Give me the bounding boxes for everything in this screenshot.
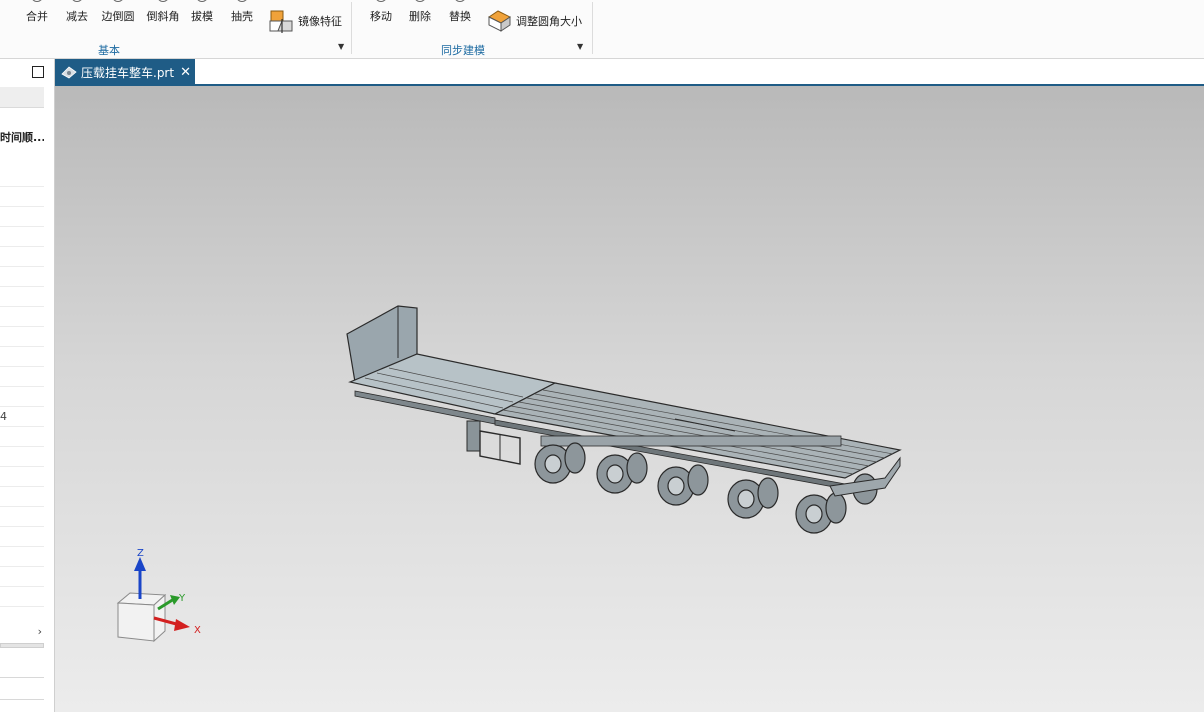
- maximize-icon[interactable]: [32, 66, 44, 78]
- unite-icon: [31, 0, 43, 2]
- edge-blend-icon: [112, 0, 124, 2]
- list-item[interactable]: [0, 187, 44, 207]
- mirror-feature-button[interactable]: 镜像特征: [268, 6, 342, 36]
- list-item[interactable]: [0, 167, 44, 187]
- draft-icon: [196, 0, 208, 2]
- list-item[interactable]: [0, 367, 44, 387]
- row-value: 4: [0, 410, 7, 423]
- list-item[interactable]: [0, 567, 44, 587]
- replace-face-button[interactable]: 替换: [445, 0, 475, 40]
- list-item[interactable]: [0, 427, 44, 447]
- chamfer-button[interactable]: 倒斜角: [143, 0, 183, 40]
- unite-button[interactable]: 合并: [22, 0, 52, 40]
- group-expand-sync-icon[interactable]: ▼: [577, 42, 583, 51]
- mirror-feature-icon: [269, 10, 293, 33]
- chamfer-icon: [157, 0, 169, 2]
- tab-title: 压载挂车整车.prt: [81, 65, 175, 80]
- list-item[interactable]: [0, 547, 44, 567]
- divider: [0, 677, 44, 678]
- delete-face-icon: [414, 0, 426, 2]
- chevron-right-icon[interactable]: ›: [38, 625, 42, 638]
- x-axis-label: X: [194, 625, 201, 636]
- shell-icon: [236, 0, 248, 2]
- resize-blend-button[interactable]: 调整圆角大小: [486, 6, 582, 36]
- z-axis-label: Z: [137, 548, 144, 559]
- subtract-icon: [71, 0, 83, 2]
- navigator-rows: 4: [0, 167, 44, 607]
- replace-face-icon: [454, 0, 466, 2]
- resize-blend-icon: [488, 10, 511, 32]
- subtract-button[interactable]: 减去: [62, 0, 92, 40]
- list-item[interactable]: [0, 327, 44, 347]
- list-item[interactable]: [0, 227, 44, 247]
- group-label-sync-modeling: 同步建模: [441, 44, 485, 57]
- list-item[interactable]: [0, 307, 44, 327]
- list-item[interactable]: [0, 467, 44, 487]
- list-item[interactable]: [0, 387, 44, 407]
- navigator-header: [0, 87, 44, 108]
- landing-gear: [466, 420, 481, 452]
- list-item[interactable]: [0, 487, 44, 507]
- group-expand-basic-icon[interactable]: ▼: [338, 42, 344, 51]
- document-tab-bar: 压载挂车整车.prt ✕: [55, 59, 1204, 85]
- group-divider: [351, 2, 352, 54]
- part-file-icon: [61, 66, 77, 79]
- list-item[interactable]: [0, 347, 44, 367]
- column-header-timestamp[interactable]: 时间顺...: [0, 129, 44, 145]
- list-item[interactable]: [0, 587, 44, 607]
- list-item[interactable]: [0, 287, 44, 307]
- draft-button[interactable]: 拔模: [187, 0, 217, 40]
- delete-face-button[interactable]: 删除: [405, 0, 435, 40]
- list-item[interactable]: [0, 507, 44, 527]
- list-item[interactable]: [0, 207, 44, 227]
- tab-part-file[interactable]: 压载挂车整车.prt ✕: [55, 59, 195, 85]
- y-axis-label: Y: [178, 593, 186, 604]
- shell-button[interactable]: 抽壳: [227, 0, 257, 40]
- group-label-basic: 基本: [98, 44, 120, 57]
- divider: [0, 699, 44, 700]
- group-divider: [592, 2, 593, 54]
- move-face-button[interactable]: 移动: [366, 0, 396, 40]
- list-item[interactable]: [0, 247, 44, 267]
- ribbon: 合并 减去 边倒圆 倒斜角 拔模 抽壳 镜像特征 基本 ▼ 移动 删除 替换 调…: [0, 0, 1204, 59]
- edge-blend-button[interactable]: 边倒圆: [98, 0, 138, 40]
- list-item[interactable]: [0, 267, 44, 287]
- trailer-model[interactable]: [55, 86, 1204, 712]
- part-navigator-panel: 时间顺... 4 ›: [0, 59, 55, 712]
- move-face-icon: [375, 0, 387, 2]
- axis-triad[interactable]: Z Y X: [110, 541, 220, 651]
- list-item[interactable]: [0, 527, 44, 547]
- horizontal-scroll[interactable]: ›: [0, 625, 44, 641]
- close-tab-icon[interactable]: ✕: [180, 65, 191, 80]
- list-item[interactable]: [0, 447, 44, 467]
- list-item[interactable]: 4: [0, 407, 44, 427]
- triad-cube: [116, 592, 167, 643]
- graphics-viewport[interactable]: Z Y X: [55, 86, 1204, 712]
- scrollbar[interactable]: [0, 643, 44, 648]
